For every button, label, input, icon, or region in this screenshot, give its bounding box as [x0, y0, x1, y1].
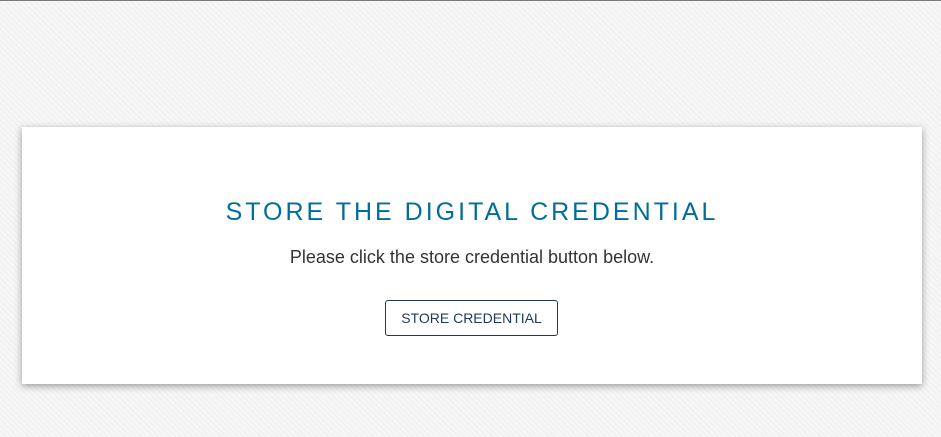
card-title: STORE THE DIGITAL CREDENTIAL [225, 198, 719, 226]
top-divider [0, 0, 941, 1]
store-credential-button[interactable]: STORE CREDENTIAL [385, 300, 558, 336]
card-instruction: Please click the store credential button… [289, 247, 655, 267]
credential-card: STORE THE DIGITAL CREDENTIAL Please clic… [22, 127, 922, 384]
